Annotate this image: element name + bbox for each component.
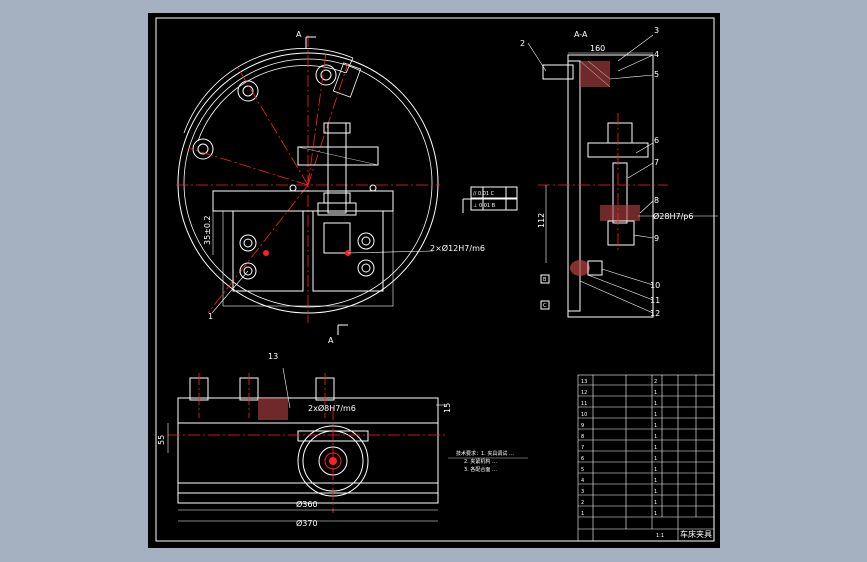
svg-text:5: 5 — [581, 467, 584, 473]
callout-8: 8 — [654, 196, 659, 205]
callout-3: 3 — [654, 26, 659, 35]
svg-text:10: 10 — [581, 412, 587, 418]
svg-text:8: 8 — [581, 434, 584, 440]
callout-1: 1 — [208, 312, 213, 321]
svg-text:4: 4 — [581, 478, 584, 484]
svg-text:1: 1 — [654, 511, 657, 517]
dim-hole: 2×Ø12H7/m6 — [430, 243, 485, 253]
dim-top: 160 — [590, 44, 605, 53]
title-block-scale: 1:1 — [656, 533, 664, 539]
dim-left-height: 55 — [157, 435, 166, 445]
annotations-layer: A-A 160 A A 2 3 4 5 6 7 8 9 10 11 12 13 … — [157, 26, 712, 539]
callout-12: 12 — [650, 309, 660, 318]
dim-side-bore: Ø28H7/p6 — [653, 211, 693, 221]
tolerance-frame-2: ⊥ 0.01 B — [473, 203, 496, 209]
svg-text:3: 3 — [581, 489, 584, 495]
svg-text:6: 6 — [581, 456, 584, 462]
title-block-rows: 13 2 12 1 11 1 10 1 91 81 71 61 51 41 31 21 … — [581, 379, 657, 517]
callout-5: 5 — [654, 70, 659, 79]
svg-text:1: 1 — [654, 489, 657, 495]
dim-base-width2: Ø370 — [296, 518, 318, 528]
section-title: A-A — [574, 30, 588, 39]
svg-text:1: 1 — [654, 412, 657, 418]
svg-text:1: 1 — [654, 456, 657, 462]
callout-7: 7 — [654, 158, 659, 167]
callout-13: 13 — [268, 352, 278, 361]
note-1: 技术要求：1. 夹具调试 … — [456, 450, 514, 457]
note-2: 2. 夹紧机构 … — [464, 458, 497, 465]
svg-text:13: 13 — [581, 379, 587, 385]
svg-text:7: 7 — [581, 445, 584, 451]
tolerance-frame-1: // 0.01 C — [473, 191, 495, 197]
section-marker-bottom: A — [328, 336, 334, 345]
dim-bottom-holes: 2xØ8H7/m6 — [308, 403, 356, 413]
svg-text:1: 1 — [654, 467, 657, 473]
svg-text:11: 11 — [581, 401, 587, 407]
svg-text:2: 2 — [654, 379, 657, 385]
svg-text:1: 1 — [654, 500, 657, 506]
svg-text:12: 12 — [581, 390, 587, 396]
cad-drawing-canvas[interactable]: A-A 160 A A 2 3 4 5 6 7 8 9 10 11 12 13 … — [148, 13, 720, 548]
svg-text:1: 1 — [654, 478, 657, 484]
callout-4: 4 — [654, 50, 659, 59]
svg-text:1: 1 — [654, 423, 657, 429]
svg-text:1: 1 — [654, 434, 657, 440]
callout-11: 11 — [650, 296, 660, 305]
dim-left: 35±0.2 — [203, 215, 212, 245]
callout-9: 9 — [654, 234, 659, 243]
note-3: 3. 各配合面 … — [464, 466, 497, 473]
svg-text:9: 9 — [581, 423, 584, 429]
svg-text:1: 1 — [581, 511, 584, 517]
callout-10: 10 — [650, 281, 660, 290]
callout-2: 2 — [520, 39, 525, 48]
dim-right-small: 15 — [443, 403, 452, 413]
datum-c: C — [543, 303, 547, 309]
svg-text:1: 1 — [654, 390, 657, 396]
svg-text:2: 2 — [581, 500, 584, 506]
section-marker-top: A — [296, 30, 302, 39]
dim-base-width: Ø360 — [296, 499, 318, 509]
datum-b: B — [543, 277, 547, 283]
callout-6: 6 — [654, 136, 659, 145]
title-block-title: 车床夹具 — [680, 529, 712, 539]
dim-height: 112 — [537, 213, 546, 228]
svg-text:1: 1 — [654, 401, 657, 407]
svg-text:1: 1 — [654, 445, 657, 451]
